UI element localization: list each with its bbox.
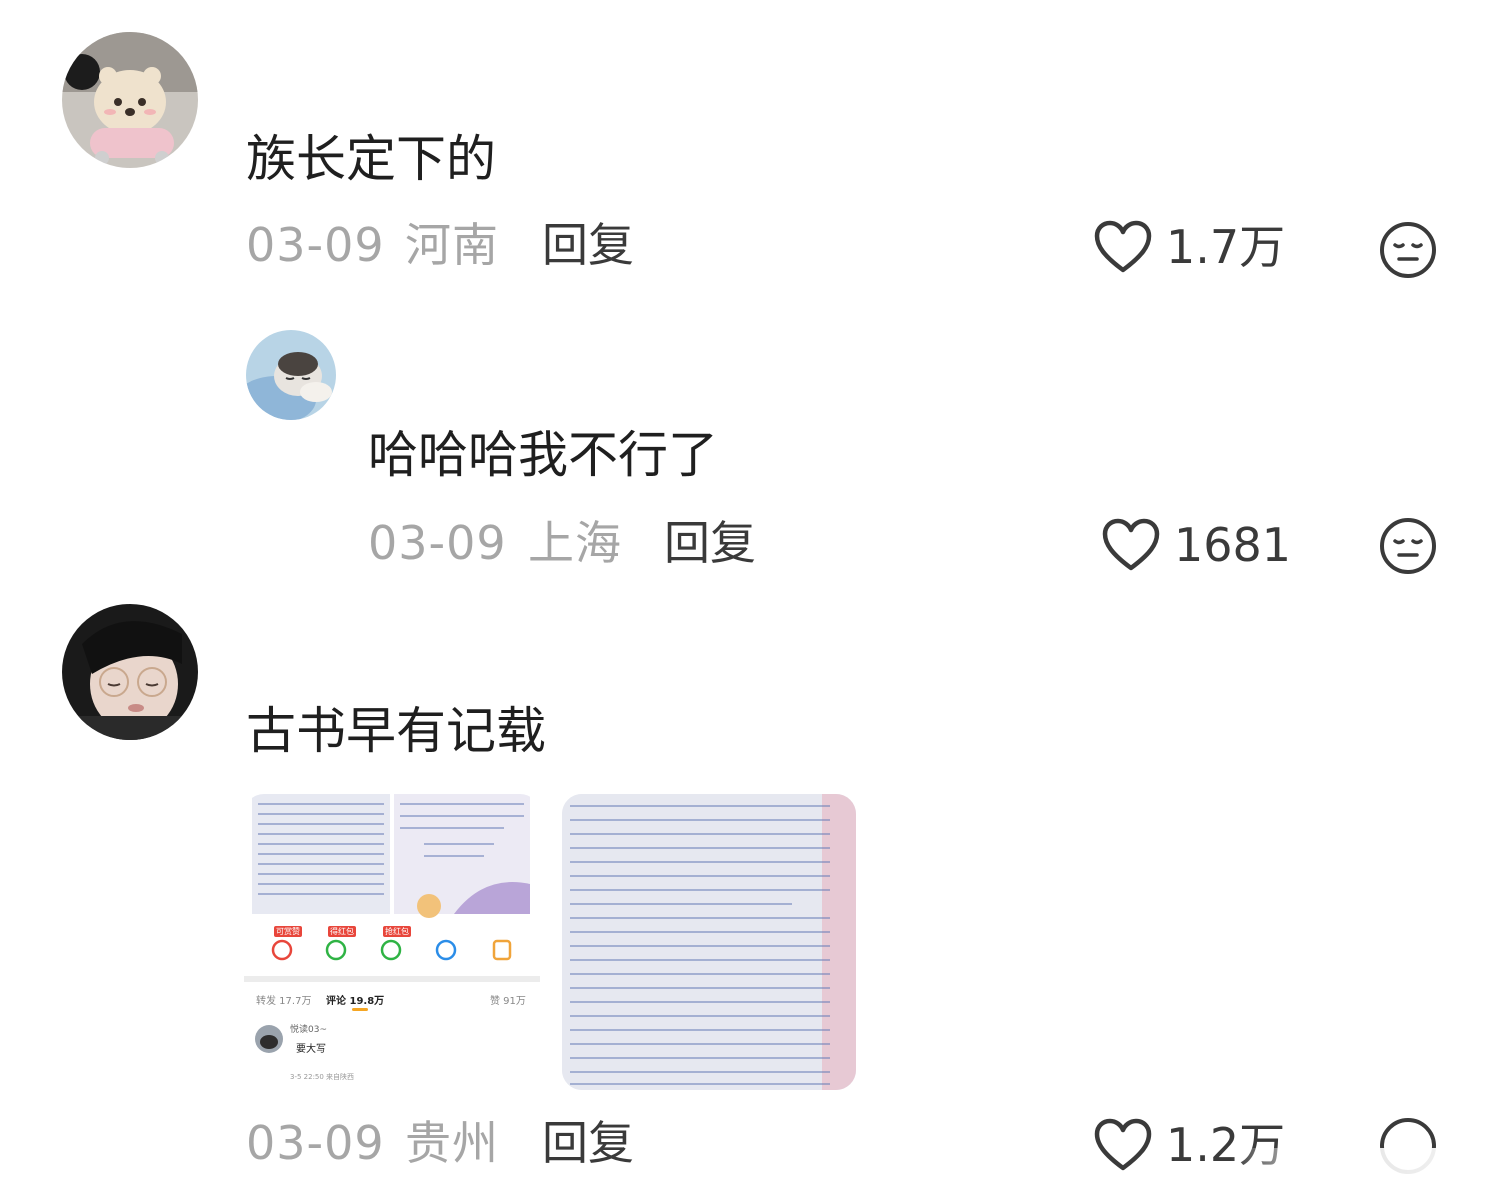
watermark-overlay	[1230, 1148, 1490, 1192]
comment-location: 贵州	[405, 1116, 499, 1170]
comment-location: 上海	[528, 516, 622, 570]
heart-outline-icon	[1102, 518, 1160, 571]
like-button[interactable]: 1681	[1102, 518, 1291, 572]
inner-avatar	[255, 1025, 283, 1053]
like-count: 1681	[1174, 518, 1292, 572]
cat-avatar-image	[246, 330, 336, 420]
comment-date: 03-09	[246, 1116, 385, 1170]
comment-date: 03-09	[246, 218, 385, 272]
handwritten-notes-image	[562, 794, 856, 1090]
reply-button[interactable]: 回复	[542, 1120, 634, 1166]
dislike-button[interactable]	[1378, 220, 1438, 284]
comment-date: 03-09	[368, 516, 507, 570]
share-icon-row: 可赏赞 得红包 抢红包	[244, 926, 540, 966]
share-badge: 可赏赞	[274, 926, 302, 937]
tab-active-underline	[352, 1008, 368, 1011]
like-count: 1.7万	[1166, 220, 1286, 274]
tabs-row: 转发 17.7万 评论 19.8万 赞 91万	[244, 990, 540, 1014]
attachment-image-app-screenshot[interactable]: 可赏赞 得红包 抢红包 转发 17.7万 评论 19.8万 赞 91万 悦读03…	[244, 794, 540, 1090]
tab-comments[interactable]: 评论 19.8万	[326, 992, 384, 1007]
heart-outline-icon	[1094, 1118, 1152, 1171]
heart-outline-icon	[1094, 220, 1152, 273]
inner-comment-meta: 3-5 22:50 来自陕西	[290, 1073, 355, 1081]
share-badge: 抢红包	[383, 926, 411, 937]
dislike-button[interactable]	[1378, 516, 1438, 580]
comment-text: 古书早有记载	[246, 702, 546, 760]
comment-location: 河南	[405, 218, 499, 272]
separator	[244, 976, 540, 982]
attachment-image-handwritten-page[interactable]	[562, 794, 856, 1090]
avatar-user-3[interactable]	[62, 604, 198, 740]
tab-repost[interactable]: 转发 17.7万	[256, 992, 311, 1007]
tab-likes[interactable]: 赞 91万	[490, 992, 526, 1007]
comment-text: 哈哈哈我不行了	[368, 426, 718, 484]
share-badge: 得红包	[328, 926, 356, 937]
inner-comment: 悦读03~ 要大写 3-5 22:50 来自陕西	[244, 1020, 540, 1090]
avatar-user-1[interactable]	[62, 32, 198, 168]
like-button[interactable]: 1.7万	[1094, 220, 1285, 274]
inner-comment-text: 要大写	[296, 1044, 326, 1055]
reply-button[interactable]: 回复	[542, 222, 634, 268]
neutral-face-icon	[1380, 518, 1436, 574]
reply-button[interactable]: 回复	[664, 520, 756, 566]
plush-avatar-image	[62, 32, 198, 168]
avatar-user-2[interactable]	[246, 330, 336, 420]
comment-text: 族长定下的	[246, 130, 496, 188]
girl-avatar-image	[62, 604, 198, 740]
neutral-face-icon	[1380, 222, 1436, 278]
inner-comment-user: 悦读03~	[290, 1025, 327, 1035]
